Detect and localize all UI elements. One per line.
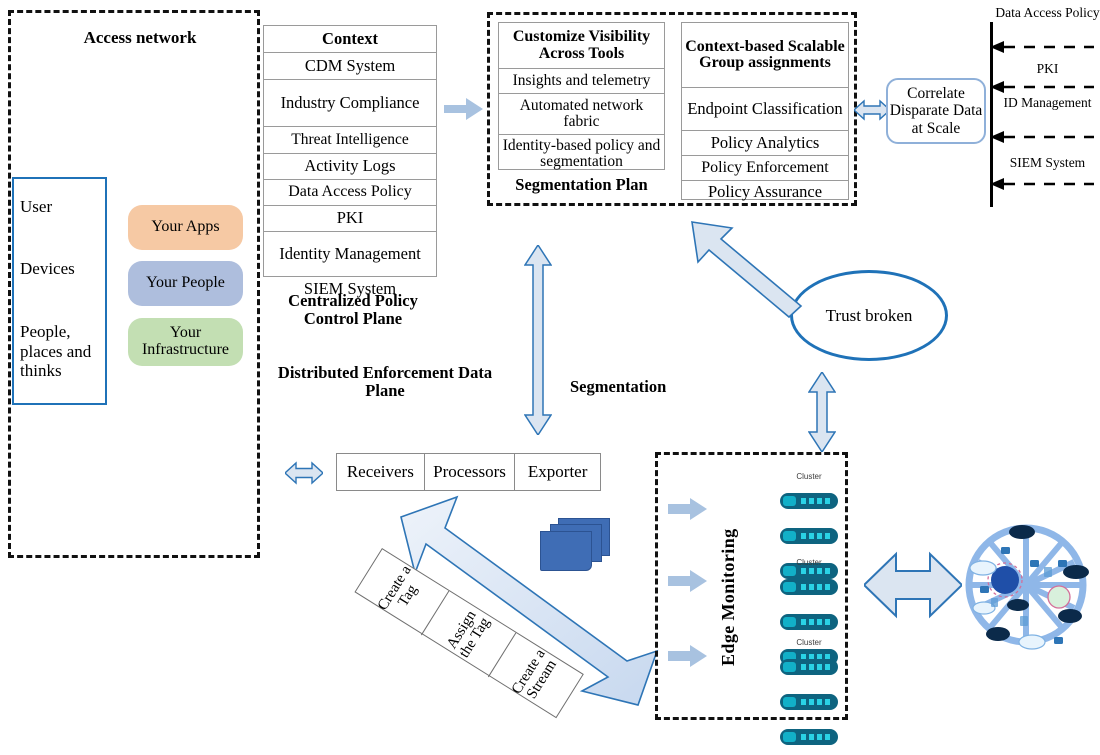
group-row-policy-assurance[interactable]: Policy Assurance <box>682 181 848 204</box>
pipeline-cell-exporter[interactable]: Exporter <box>515 454 600 490</box>
context-row-pki[interactable]: PKI <box>264 206 436 232</box>
visibility-row-identity-policy[interactable]: Identity-based policy and segmentation <box>499 135 664 173</box>
visibility-table-header: Customize Visibility Across Tools <box>499 23 664 69</box>
data-layers-icon <box>540 518 610 574</box>
pill-your-apps-label: Your Apps <box>151 218 220 236</box>
visibility-row-insights[interactable]: Insights and telemetry <box>499 69 664 94</box>
trust-broken-ellipse: Trust broken <box>790 270 948 361</box>
arrow-access-to-pipeline-icon <box>285 461 323 485</box>
segmentation-plan-caption: Segmentation Plan <box>515 175 648 194</box>
rail-label-pki: PKI <box>1036 61 1059 76</box>
entity-box: User Devices People, places and thinks <box>12 177 107 405</box>
pill-your-people-label: Your People <box>146 274 225 292</box>
pipeline-cell-processors[interactable]: Processors <box>425 454 516 490</box>
cluster-3-label: Cluster <box>796 638 822 647</box>
rail-arrow-1-icon <box>990 41 1094 53</box>
entity-people-places: People, places and thinks <box>20 322 92 381</box>
distributed-enforcement-data-plane-label: Distributed Enforcement Data Plane <box>277 363 493 401</box>
cluster-2-label: Cluster <box>796 558 822 567</box>
arrow-context-to-visibility-icon <box>444 98 483 120</box>
context-row-activity-logs[interactable]: Activity Logs <box>264 154 436 180</box>
rail-label-data-access-policy: Data Access Policy <box>995 5 1100 20</box>
context-table: Context CDM System Industry Compliance T… <box>263 25 437 296</box>
trust-broken-label: Trust broken <box>825 305 913 325</box>
visibility-row-automated-fabric[interactable]: Automated network fabric <box>499 94 664 135</box>
arrow-segmentation-vertical-icon <box>524 245 552 435</box>
edge-feed-arrow-1-icon <box>668 498 707 520</box>
tag-step-create-a-tag-label: Create a Tag <box>374 562 421 613</box>
group-row-policy-enforcement[interactable]: Policy Enforcement <box>682 156 848 181</box>
group-table-header: Context-based Scalable Group assignments <box>682 23 848 88</box>
cluster-3[interactable]: Cluster <box>778 638 840 745</box>
pill-your-infrastructure-label: Your Infrastructure <box>141 324 230 358</box>
edge-feed-arrow-3-icon <box>668 645 707 667</box>
group-table: Context-based Scalable Group assignments… <box>681 22 849 200</box>
context-row-data-access-policy[interactable]: Data Access Policy <box>264 180 436 206</box>
entity-devices: Devices <box>20 259 75 278</box>
edge-monitoring-label: Edge Monitoring <box>718 528 738 666</box>
context-row-industry-compliance[interactable]: Industry Compliance <box>264 80 436 127</box>
rail-label-siem-system: SIEM System <box>1009 155 1086 170</box>
segmentation-label: Segmentation <box>570 377 667 396</box>
cluster-2[interactable]: Cluster <box>778 558 840 665</box>
arrow-group-to-correlate-icon <box>854 99 890 121</box>
entity-user: User <box>20 197 53 216</box>
network-topology-graphic-icon <box>965 524 1089 650</box>
pill-your-apps[interactable]: Your Apps <box>128 205 243 250</box>
pipeline-cell-receivers[interactable]: Receivers <box>337 454 425 490</box>
visibility-table: Customize Visibility Across Tools Insigh… <box>498 22 665 170</box>
rail-arrow-3-icon <box>990 131 1094 143</box>
edge-feed-arrow-2-icon <box>668 570 707 592</box>
arrow-edge-to-network-icon <box>864 551 962 619</box>
group-row-policy-analytics[interactable]: Policy Analytics <box>682 131 848 156</box>
cluster-1-label: Cluster <box>796 472 822 481</box>
correlate-data-box: Correlate Disparate Data at Scale <box>886 78 986 144</box>
arrow-group-to-trust-icon <box>691 221 803 319</box>
arrow-trust-to-edge-icon <box>808 372 836 452</box>
pill-your-infrastructure[interactable]: Your Infrastructure <box>128 318 243 366</box>
correlate-data-label: Correlate Disparate Data at Scale <box>889 84 983 137</box>
context-row-cdm[interactable]: CDM System <box>264 53 436 80</box>
context-row-threat-intelligence[interactable]: Threat Intelligence <box>264 127 436 154</box>
context-row-identity-management[interactable]: Identity Management <box>264 232 436 277</box>
rail-arrow-2-icon <box>990 81 1094 93</box>
pill-your-people[interactable]: Your People <box>128 261 243 306</box>
group-row-endpoint-classification[interactable]: Endpoint Classification <box>682 88 848 131</box>
context-table-header: Context <box>264 26 436 53</box>
access-network-title: Access network <box>83 28 197 48</box>
centralized-policy-control-plane-label: Centralized Policy Control Plane <box>288 291 418 329</box>
rail-arrow-4-icon <box>990 178 1094 190</box>
telemetry-pipeline-bar: Receivers Processors Exporter <box>336 453 601 491</box>
rail-label-id-management: ID Management <box>1003 95 1092 110</box>
cluster-1[interactable]: Cluster <box>778 472 840 579</box>
